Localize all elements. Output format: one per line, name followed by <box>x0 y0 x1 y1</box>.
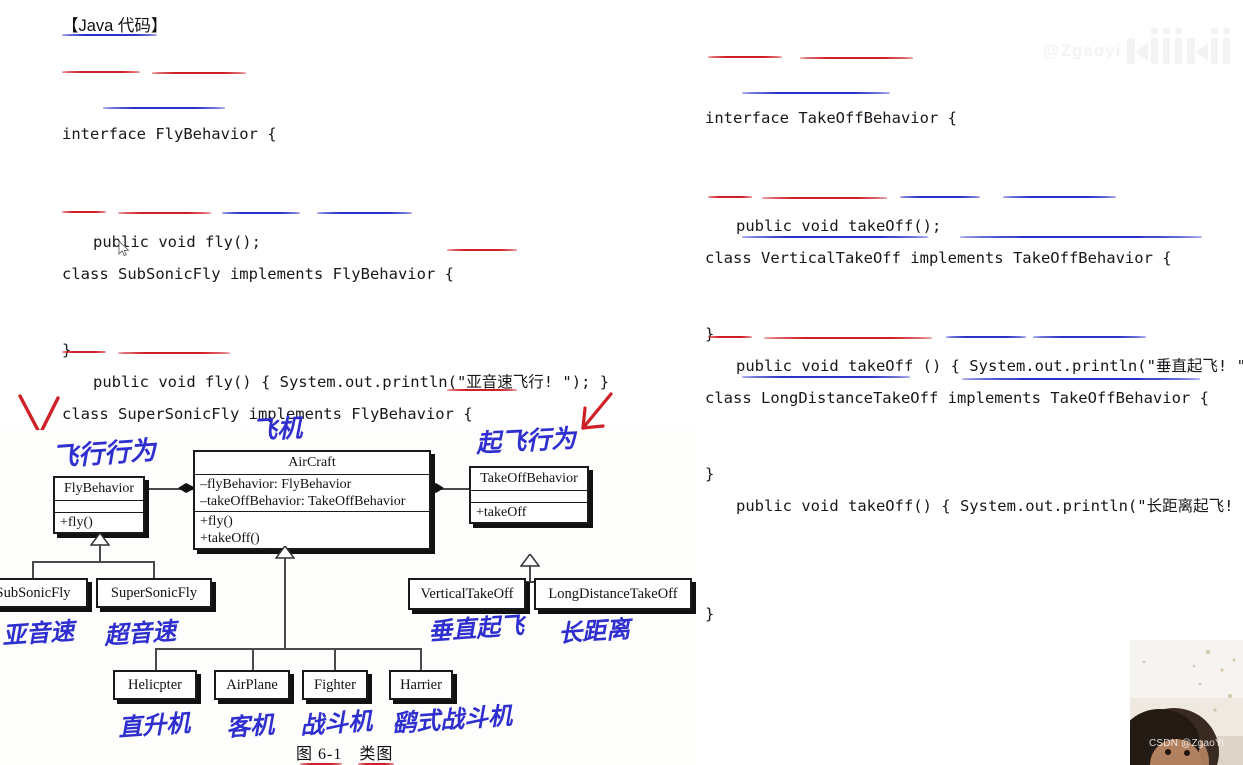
handwriting-flybehavior-note: 飞行行为 <box>51 435 157 473</box>
handwriting-subsonicfly-note: 亚音速 <box>1 617 75 650</box>
uml-attr-compartment <box>471 491 587 503</box>
figure-caption: 图 6-1 类图 <box>296 746 394 763</box>
uml-ops: +takeOff <box>476 505 527 520</box>
uml-attr-compartment: –flyBehavior: FlyBehavior –takeOffBehavi… <box>195 475 429 512</box>
uml-class-name: AirPlane <box>226 676 278 693</box>
handwriting-supersonicfly-note: 超音速 <box>103 617 177 650</box>
uml-class-name: LongDistanceTakeOff <box>548 585 678 602</box>
slide-canvas: 【Java 代码】 interface FlyBehavior { public… <box>0 0 1243 765</box>
underline-takeoff-method-3 <box>742 376 910 378</box>
underline-longdistancetakeoff <box>764 337 932 339</box>
uml-class-subsonicfly[interactable]: SubSonicFly <box>0 578 88 608</box>
underline-vertical-string <box>960 236 1202 238</box>
handwriting-verticaltakeoff-note: 垂直起飞 <box>427 611 525 646</box>
underline-supersonicfly <box>118 352 230 354</box>
gen-line-v-helicpter <box>155 648 157 670</box>
underline-takeoff-method <box>742 92 890 94</box>
uml-attr: –flyBehavior: FlyBehavior <box>200 477 352 492</box>
underline-takeoffbehavior <box>800 57 913 59</box>
uml-class-name: AirCraft <box>195 452 429 475</box>
gen-line-h <box>32 561 154 563</box>
code-line: class LongDistanceTakeOff implements Tak… <box>705 389 1209 407</box>
handwriting-aircraft-note: 飞机 <box>251 413 303 445</box>
code-line: class SubSonicFly implements FlyBehavior… <box>62 265 454 283</box>
uml-class-aircraft[interactable]: AirCraft –flyBehavior: FlyBehavior –take… <box>193 450 431 550</box>
underline-implements-kw-3 <box>946 336 1026 338</box>
gen-line-h-3 <box>155 648 421 650</box>
svg-text:@Zgaoyi: @Zgaoyi <box>1043 41 1121 60</box>
gen-line-v-3 <box>284 557 286 649</box>
uml-class-longdistancetakeoff[interactable]: LongDistanceTakeOff <box>534 578 692 610</box>
underline-interface-kw-2 <box>708 56 782 58</box>
underline-subsonic-string <box>447 249 517 251</box>
uml-class-supersonicfly[interactable]: SuperSonicFly <box>96 578 212 608</box>
uml-attr: –takeOffBehavior: TakeOffBehavior <box>200 494 406 509</box>
underline-class-kw-3 <box>708 196 752 198</box>
code-line: public void takeOff() { System.out.print… <box>736 497 1243 515</box>
uml-attr-compartment <box>55 501 143 513</box>
underline-fly-method <box>103 107 225 109</box>
underline-implements-kw <box>222 212 300 214</box>
uml-class-name: SubSonicFly <box>0 584 71 601</box>
uml-class-helicpter[interactable]: Helicpter <box>113 670 197 700</box>
gen-line-v-2 <box>529 565 531 582</box>
code-line: class VerticalTakeOff implements TakeOff… <box>705 249 1172 267</box>
code-line: interface TakeOffBehavior { <box>705 109 957 127</box>
handwriting-fighter-note: 战斗机 <box>299 707 373 740</box>
uml-class-takeoffbehavior[interactable]: TakeOffBehavior +takeOff <box>469 466 589 524</box>
underline-supersonic-string <box>447 389 517 391</box>
underline-implements-kw-2 <box>900 196 980 198</box>
underline-verticaltakeoff <box>762 197 887 199</box>
underline-takeoff-method-2 <box>742 236 928 238</box>
underline-flybehavior-2 <box>317 212 412 214</box>
handwriting-airplane-note: 客机 <box>225 710 276 742</box>
uml-class-name: Fighter <box>314 676 356 693</box>
uml-class-name: VerticalTakeOff <box>420 585 514 602</box>
underline-longdistance-string <box>962 378 1200 380</box>
code-line: } <box>705 605 715 623</box>
section-header: 【Java 代码】 <box>62 17 168 35</box>
uml-class-name: SuperSonicFly <box>110 584 198 601</box>
underline-header <box>62 34 157 36</box>
uml-class-fighter[interactable]: Fighter <box>302 670 368 700</box>
gen-line-v-subsonic <box>32 561 34 579</box>
underline-class-kw-2 <box>62 351 106 353</box>
underline-flybehavior <box>152 72 246 74</box>
gen-line-v <box>99 544 101 562</box>
underline-class-kw <box>62 211 106 213</box>
underline-takeoffbehavior-2 <box>1003 196 1116 198</box>
uml-op-compartment: +fly() +takeOff() <box>195 512 429 548</box>
underline-takeoffbehavior-3 <box>1033 336 1146 338</box>
uml-class-name: TakeOffBehavior <box>471 468 587 491</box>
mouse-cursor-icon <box>118 240 130 257</box>
handwriting-longdistancetakeoff-note: 长距离 <box>557 615 631 648</box>
uml-class-name: Helicpter <box>128 676 182 693</box>
gen-line-v-airplane <box>252 648 254 670</box>
underline-class-kw-4 <box>708 336 752 338</box>
uml-op: +fly() <box>200 514 233 529</box>
uml-class-name: FlyBehavior <box>55 478 143 501</box>
webcam-overlay[interactable]: CSDN @ZgaoYi <box>1130 640 1243 765</box>
uml-op: +takeOff() <box>200 531 260 546</box>
gen-line-v-supersonic <box>153 561 155 579</box>
csdn-watermark: CSDN @ZgaoYi <box>1149 738 1224 749</box>
uml-class-flybehavior[interactable]: FlyBehavior +fly() <box>53 476 145 534</box>
uml-class-airplane[interactable]: AirPlane <box>214 670 290 700</box>
uml-ops: +fly() <box>60 515 93 530</box>
handwriting-helicpter-note: 直升机 <box>117 709 191 742</box>
handwriting-takeoffbehavior-note: 起飞行为 <box>475 423 577 458</box>
uml-class-harrier[interactable]: Harrier <box>389 670 453 700</box>
bilibili-watermark: @Zgaoyi <box>1043 28 1230 64</box>
uml-class-verticaltakeoff[interactable]: VerticalTakeOff <box>408 578 526 610</box>
gen-line-v-harrier <box>420 648 422 670</box>
uml-class-name: Harrier <box>400 676 442 693</box>
underline-subsonicfly <box>118 212 211 214</box>
code-line: interface FlyBehavior { <box>62 125 277 143</box>
gen-line-v-fighter <box>334 648 336 670</box>
underline-interface-kw <box>62 71 140 73</box>
